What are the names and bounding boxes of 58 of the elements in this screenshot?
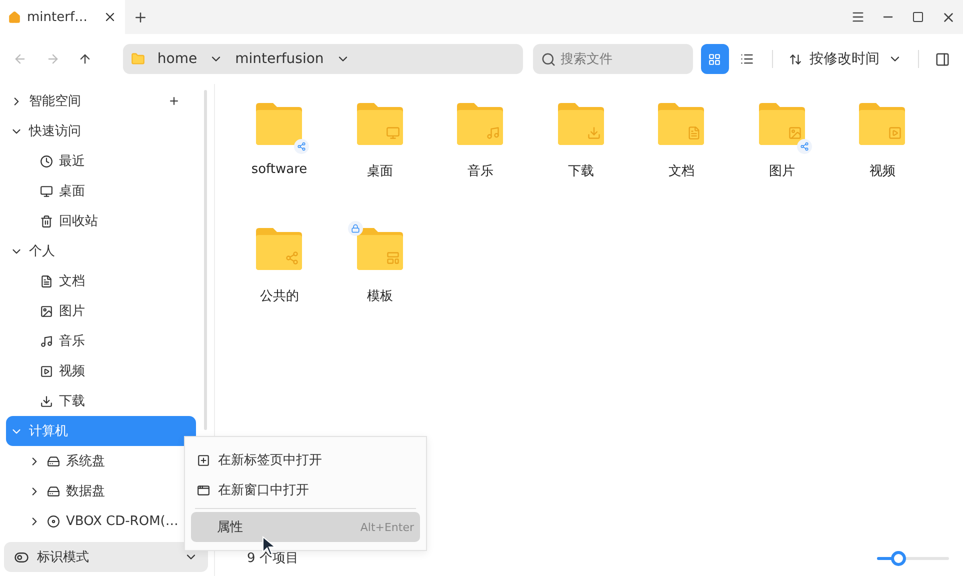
folder-item[interactable]: 公共的 [229, 223, 330, 348]
sidebar-item[interactable]: 下载 [6, 386, 196, 416]
menu-icon [851, 10, 865, 24]
disc-icon [47, 514, 60, 528]
picture-icon [40, 304, 53, 318]
sidebar-item[interactable]: 音乐 [6, 326, 196, 356]
breadcrumb-item[interactable]: home [151, 46, 204, 72]
sidebar-group[interactable]: 智能空间 [6, 86, 196, 116]
folder-item[interactable]: 模板 [330, 223, 430, 348]
panel-icon [935, 52, 950, 66]
clock-icon [40, 154, 53, 168]
tab-title: minterf… [27, 10, 89, 24]
trash-icon [40, 214, 53, 228]
menu-item[interactable]: 属性 Alt+Enter [191, 512, 420, 542]
item-count: 9 个项目 [247, 550, 298, 567]
sidebar-item[interactable]: 图片 [6, 296, 196, 326]
slider-thumb[interactable] [890, 550, 906, 566]
play-icon [40, 364, 53, 378]
music-note-icon [40, 334, 53, 348]
document-icon [40, 274, 53, 288]
drive-icon [47, 454, 60, 468]
home-icon [8, 10, 21, 24]
drive-icon [47, 484, 60, 498]
folder-item[interactable]: 桌面 [330, 98, 430, 223]
breadcrumb-item[interactable]: minterfusion [229, 46, 330, 72]
folder-item[interactable]: 视频 [832, 98, 932, 223]
sidebar-group[interactable]: 快速访问 [6, 116, 196, 146]
close-tab-icon[interactable] [103, 10, 117, 24]
monitor-icon [40, 184, 53, 198]
toggle-icon [14, 550, 29, 564]
sidebar-item[interactable]: 回收站 [6, 206, 196, 236]
folder-icon [131, 52, 146, 66]
folder-item[interactable]: software [229, 98, 330, 223]
grid-icon [708, 52, 722, 66]
sort-icon [788, 52, 802, 66]
zoom-slider[interactable] [877, 550, 949, 566]
new-tab-icon [197, 454, 210, 466]
sidebar-item[interactable]: 桌面 [6, 176, 196, 206]
folder-item[interactable]: 下载 [530, 98, 631, 223]
arrow-up-icon [78, 52, 92, 66]
plus-icon [132, 10, 148, 24]
maximize-icon [912, 11, 924, 23]
sidebar-group[interactable]: 个人 [6, 236, 196, 266]
sidebar-item[interactable]: 最近 [6, 146, 196, 176]
sort-button[interactable]: 按修改时间 [782, 44, 908, 74]
download-icon [40, 394, 53, 408]
tab[interactable]: minterf… [0, 0, 125, 34]
sidebar-item[interactable]: 文档 [6, 266, 196, 296]
add-icon[interactable] [168, 95, 180, 107]
window-icon [197, 484, 210, 496]
folder-item[interactable]: 音乐 [430, 98, 530, 223]
search-field[interactable]: 搜索文件 [532, 44, 693, 74]
folder-item[interactable]: 文档 [631, 98, 732, 223]
search-icon [540, 52, 556, 67]
sidebar-item[interactable]: 视频 [6, 356, 196, 386]
list-icon [740, 52, 754, 66]
mode-dropdown[interactable]: 标识模式 [4, 542, 208, 572]
folder-item[interactable]: 图片 [732, 98, 832, 223]
